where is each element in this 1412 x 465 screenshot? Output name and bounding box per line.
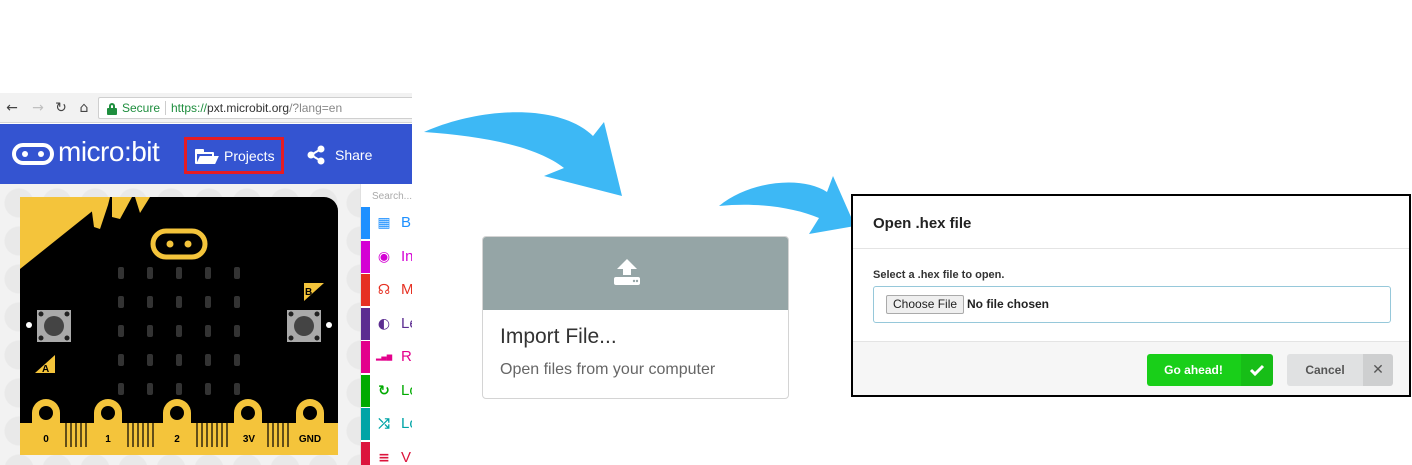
toggle-icon: ◐ <box>377 315 391 332</box>
loop-icon: ↻ <box>378 382 390 399</box>
toolbox-category[interactable]: ↻ Lo <box>361 374 412 407</box>
pin-label-1: 1 <box>105 434 111 445</box>
category-label: In <box>401 247 412 265</box>
dialog-label: Select a .hex file to open. <box>873 269 1005 281</box>
projects-label: Projects <box>224 148 275 164</box>
category-color-stripe <box>361 274 370 306</box>
upload-icon <box>614 259 640 285</box>
headphones-icon: ☊ <box>377 282 391 298</box>
import-card-description: Open files from your computer <box>500 361 716 378</box>
browser-toolbar: ← → ↻ ⌂ Secure https://pxt.microbit.org/… <box>0 93 412 123</box>
category-color-stripe <box>361 408 370 440</box>
url-divider <box>165 101 166 115</box>
category-label: M <box>401 281 412 298</box>
pin-label-3v: 3V <box>243 434 256 445</box>
button-b-label: B <box>305 287 312 298</box>
category-label: Le <box>401 314 412 332</box>
cancel-button[interactable]: Cancel ✕ <box>1287 354 1393 386</box>
forward-icon[interactable]: → <box>30 99 46 117</box>
toolbox-category[interactable]: ◉ In <box>361 240 412 273</box>
import-card-title: Import File... <box>500 325 617 348</box>
toolbox-category[interactable]: ▂▄▆ R <box>361 341 412 373</box>
url-protocol: https:// <box>171 101 208 115</box>
category-color-stripe <box>361 374 370 407</box>
curved-arrow-1-icon <box>424 112 622 196</box>
go-ahead-label: Go ahead! <box>1164 363 1223 377</box>
share-label: Share <box>335 147 373 163</box>
curved-arrow-2-icon <box>719 176 855 234</box>
category-color-stripe <box>361 441 370 465</box>
toolbox-category[interactable]: ☊ M <box>361 274 412 306</box>
url-host: pxt.microbit.org <box>207 101 290 115</box>
microbit-editor-screenshot: ← → ↻ ⌂ Secure https://pxt.microbit.org/… <box>0 93 412 465</box>
checkmark-icon <box>1241 354 1273 386</box>
category-color-stripe <box>361 207 370 239</box>
reload-icon[interactable]: ↻ <box>53 99 69 117</box>
category-label: R <box>401 348 412 365</box>
microbit-board-simulator[interactable]: A B 0 1 2 3V GND <box>20 197 338 455</box>
category-label: B <box>401 214 412 231</box>
toolbox-search-input[interactable]: Search... <box>372 191 412 202</box>
address-bar[interactable]: Secure https://pxt.microbit.org/?lang=en <box>98 97 412 119</box>
category-label: Lo <box>401 381 412 399</box>
file-input-field[interactable]: Choose File No file chosen <box>873 286 1391 323</box>
pin-label-2: 2 <box>174 434 180 445</box>
grid-icon: ▦ <box>377 215 391 231</box>
block-toolbox: Search... ▦B◉In☊M◐Le▂▄▆R↻Lo⤮Lo≡V <box>360 184 412 465</box>
share-button[interactable]: Share <box>306 137 396 174</box>
logo-text: micro:bit <box>58 136 160 167</box>
home-icon[interactable]: ⌂ <box>76 99 92 117</box>
category-color-stripe <box>361 307 370 340</box>
toolbox-category[interactable]: ◐ Le <box>361 307 412 340</box>
category-label: V <box>401 448 412 465</box>
projects-button[interactable]: Projects <box>184 137 284 174</box>
folder-open-icon <box>195 149 219 164</box>
category-color-stripe <box>361 341 370 373</box>
dialog-title: Open .hex file <box>873 215 972 232</box>
lock-icon <box>107 103 117 115</box>
choose-file-button[interactable]: Choose File <box>886 295 965 314</box>
button-a-label: A <box>42 364 49 375</box>
pin-label-gnd: GND <box>299 434 321 445</box>
category-color-stripe <box>361 240 370 273</box>
secure-label: Secure <box>122 101 161 115</box>
toolbox-category[interactable]: ⤮ Lo <box>361 408 412 440</box>
close-icon: ✕ <box>1363 354 1393 386</box>
toolbox-category[interactable]: ≡ V <box>361 441 412 465</box>
no-file-chosen-text: No file chosen <box>967 297 1050 311</box>
simulator-area: A B 0 1 2 3V GND <box>0 184 362 465</box>
shuffle-icon: ⤮ <box>378 416 390 432</box>
variables-icon: ≡ <box>378 449 390 465</box>
signal-icon: ▂▄▆ <box>376 353 393 361</box>
import-card-header <box>483 237 788 310</box>
editor-header: micro:bit Projects Share <box>0 124 412 184</box>
toolbox-category[interactable]: ▦ B <box>361 207 412 239</box>
pin-label-0: 0 <box>43 434 49 445</box>
cancel-label: Cancel <box>1305 363 1345 377</box>
open-hex-dialog: Open .hex file Select a .hex file to ope… <box>851 194 1411 397</box>
category-label: Lo <box>401 415 412 432</box>
back-icon[interactable]: ← <box>4 99 20 117</box>
input-icon: ◉ <box>377 248 391 265</box>
url-path: /?lang=en <box>289 101 343 115</box>
microbit-badge-icon <box>12 143 54 165</box>
dialog-divider <box>853 248 1409 249</box>
url-text: https://pxt.microbit.org/?lang=en <box>171 101 342 115</box>
dialog-footer: Go ahead! Cancel ✕ <box>853 341 1409 395</box>
import-file-card[interactable]: Import File... Open files from your comp… <box>482 236 789 399</box>
go-ahead-button[interactable]: Go ahead! <box>1147 354 1273 386</box>
share-icon <box>307 145 325 165</box>
